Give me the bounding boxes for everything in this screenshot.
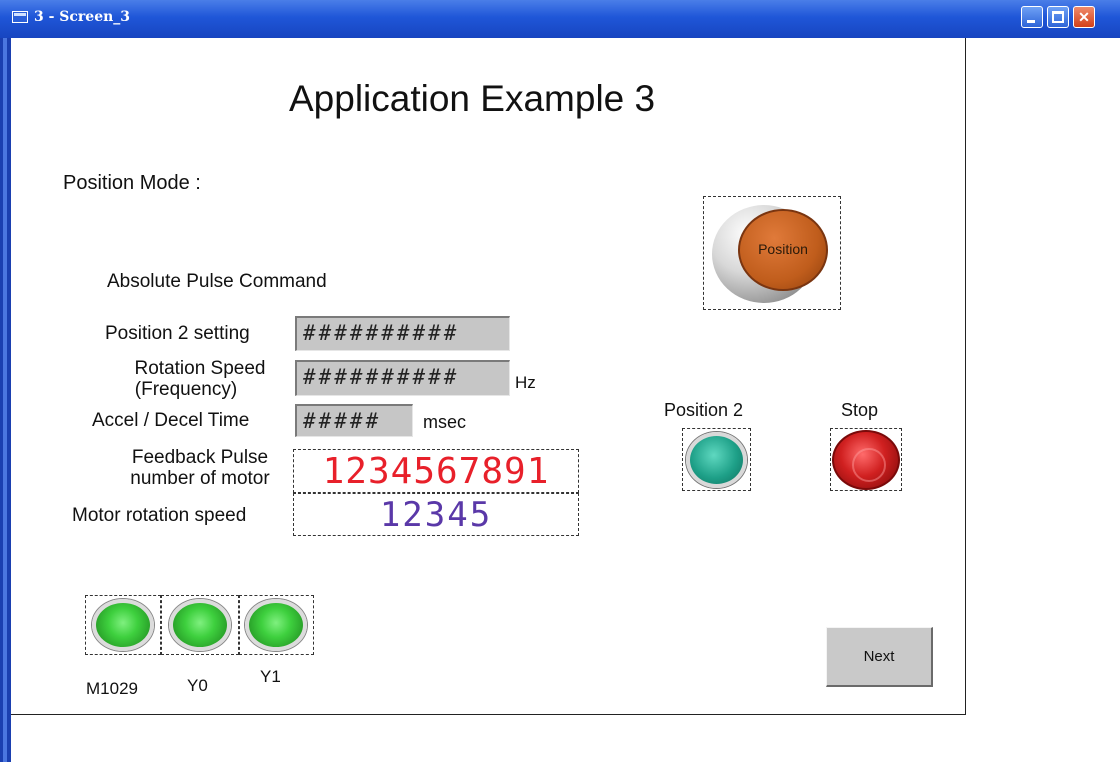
position2-setting-label: Position 2 setting: [105, 323, 250, 344]
window-title: 3 - Screen_3: [34, 9, 131, 25]
title-bar: 3 - Screen_3 ✕: [0, 0, 1120, 38]
position-button-label: Position: [758, 241, 808, 257]
absolute-pulse-command-label: Absolute Pulse Command: [107, 271, 327, 292]
lamp-y1: [239, 595, 314, 655]
lamp-y1-label: Y1: [260, 667, 281, 686]
rotation-speed-input[interactable]: ##########: [295, 360, 510, 396]
position2-button-cap: [686, 432, 747, 488]
accel-decel-unit: msec: [423, 412, 467, 432]
position-button-cap: Position: [738, 209, 828, 291]
motor-speed-value: 12345: [379, 495, 493, 535]
stop-button[interactable]: [830, 428, 902, 491]
lamp-m1029-label: M1029: [86, 679, 138, 698]
motor-speed-label: Motor rotation speed: [72, 505, 247, 526]
lamp-y1-light: [245, 599, 307, 651]
feedback-pulse-label-line1: Feedback Pulse: [131, 447, 269, 468]
maximize-icon: [1052, 11, 1064, 23]
stop-button-label: Stop: [841, 400, 879, 420]
next-button[interactable]: Next: [826, 627, 933, 687]
lamp-y0: [161, 595, 239, 655]
close-button[interactable]: ✕: [1073, 6, 1095, 28]
position2-button-label: Position 2: [664, 400, 744, 420]
position2-button[interactable]: [682, 428, 751, 491]
maximize-button[interactable]: [1047, 6, 1069, 28]
rotation-speed-unit: Hz: [515, 373, 536, 392]
position-button[interactable]: Position: [703, 196, 841, 310]
rotation-speed-label: Rotation Speed (Frequency): [110, 358, 290, 400]
lamp-y0-label: Y0: [187, 676, 208, 695]
window-left-border: [0, 38, 11, 762]
lamp-m1029: [85, 595, 161, 655]
window-icon: [12, 11, 28, 23]
feedback-pulse-display: 1234567891: [293, 449, 579, 493]
feedback-pulse-label: Feedback Pulse number of motor: [110, 447, 290, 489]
position-mode-label: Position Mode :: [63, 172, 201, 194]
feedback-pulse-label-line2: number of motor: [130, 468, 270, 489]
minimize-icon: [1027, 20, 1035, 23]
rotation-speed-label-line2: (Frequency): [134, 379, 238, 400]
page-title: Application Example 3: [289, 78, 656, 119]
accel-decel-label: Accel / Decel Time: [92, 410, 250, 431]
feedback-pulse-value: 1234567891: [322, 451, 550, 492]
close-icon: ✕: [1078, 9, 1090, 25]
minimize-button[interactable]: [1021, 6, 1043, 28]
position2-setting-input[interactable]: ##########: [295, 316, 510, 351]
stop-button-cap: [832, 430, 900, 490]
rotation-speed-label-line1: Rotation Speed: [134, 358, 266, 379]
accel-decel-input[interactable]: #####: [295, 404, 413, 437]
motor-speed-display: 12345: [293, 493, 579, 536]
lamp-m1029-light: [92, 599, 154, 651]
lamp-y0-light: [169, 599, 231, 651]
